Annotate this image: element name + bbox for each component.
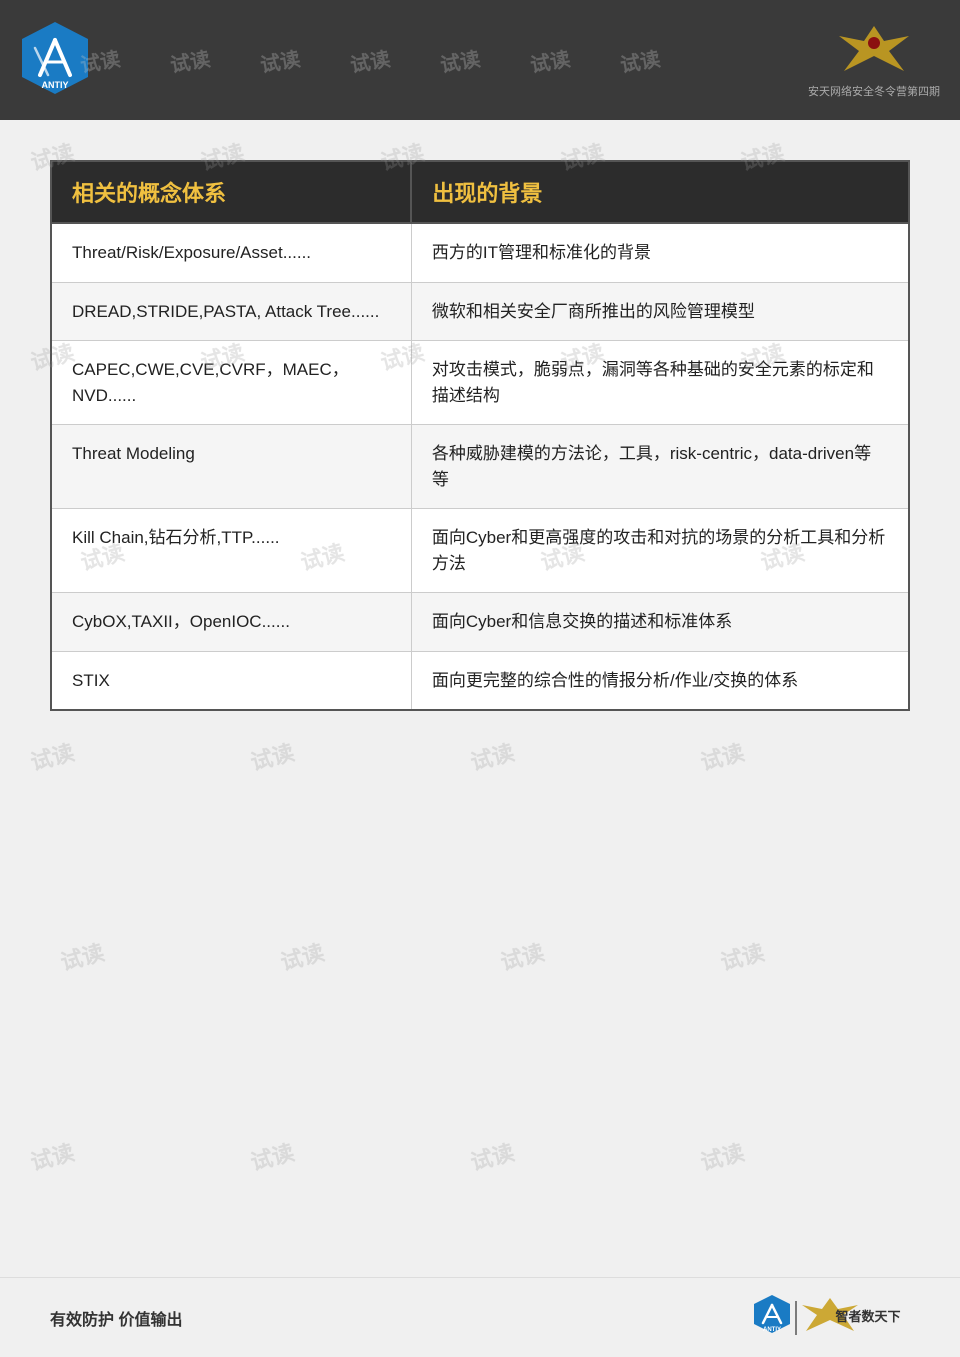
table-cell-background: 面向Cyber和更高强度的攻击和对抗的场景的分析工具和分析方法 [411, 509, 909, 593]
header-watermarks: 试读 试读 试读 试读 试读 试读 试读 [80, 0, 840, 120]
table-row: Threat/Risk/Exposure/Asset......西方的IT管理和… [51, 223, 909, 282]
table-header-col2: 出现的背景 [411, 161, 909, 223]
table-cell-concept: Threat/Risk/Exposure/Asset...... [51, 223, 411, 282]
table-row: CybOX,TAXII，OpenIOC......面向Cyber和信息交换的描述… [51, 593, 909, 652]
table-cell-background: 西方的IT管理和标准化的背景 [411, 223, 909, 282]
page-footer: 有效防护 价值输出 ANTIY 智者数天下 [0, 1277, 960, 1357]
svg-text:ANTIY: ANTIY [763, 1327, 781, 1333]
table-row: Threat Modeling各种威胁建模的方法论，工具，risk-centri… [51, 425, 909, 509]
table-row: CAPEC,CWE,CVE,CVRF，MAEC，NVD......对攻击模式，脆… [51, 341, 909, 425]
svg-text:智者数天下: 智者数天下 [835, 1309, 900, 1324]
table-cell-background: 各种威胁建模的方法论，工具，risk-centric，data-driven等等 [411, 425, 909, 509]
table-header-col1: 相关的概念体系 [51, 161, 411, 223]
table-cell-concept: CAPEC,CWE,CVE,CVRF，MAEC，NVD...... [51, 341, 411, 425]
table-cell-concept: STIX [51, 651, 411, 710]
svg-text:ANTIY: ANTIY [42, 80, 69, 90]
table-row: DREAD,STRIDE,PASTA, Attack Tree......微软和… [51, 282, 909, 341]
footer-brand: ANTIY 智者数天下 [750, 1293, 910, 1343]
table-cell-concept: Threat Modeling [51, 425, 411, 509]
table-cell-concept: Kill Chain,钻石分析,TTP...... [51, 509, 411, 593]
concept-table: 相关的概念体系 出现的背景 Threat/Risk/Exposure/Asset… [50, 160, 910, 711]
footer-slogan: 有效防护 价值输出 [50, 1306, 182, 1330]
main-content: 相关的概念体系 出现的背景 Threat/Risk/Exposure/Asset… [0, 120, 960, 1277]
table-cell-concept: DREAD,STRIDE,PASTA, Attack Tree...... [51, 282, 411, 341]
table-cell-background: 微软和相关安全厂商所推出的风险管理模型 [411, 282, 909, 341]
table-row: STIX面向更完整的综合性的情报分析/作业/交换的体系 [51, 651, 909, 710]
table-cell-background: 对攻击模式，脆弱点，漏洞等各种基础的安全元素的标定和描述结构 [411, 341, 909, 425]
table-row: Kill Chain,钻石分析,TTP......面向Cyber和更高强度的攻击… [51, 509, 909, 593]
table-cell-background: 面向Cyber和信息交换的描述和标准体系 [411, 593, 909, 652]
page-header: ANTIY 试读 试读 试读 试读 试读 试读 试读 安天网络安全冬令营第四期 [0, 0, 960, 120]
table-cell-background: 面向更完整的综合性的情报分析/作业/交换的体系 [411, 651, 909, 710]
table-cell-concept: CybOX,TAXII，OpenIOC...... [51, 593, 411, 652]
